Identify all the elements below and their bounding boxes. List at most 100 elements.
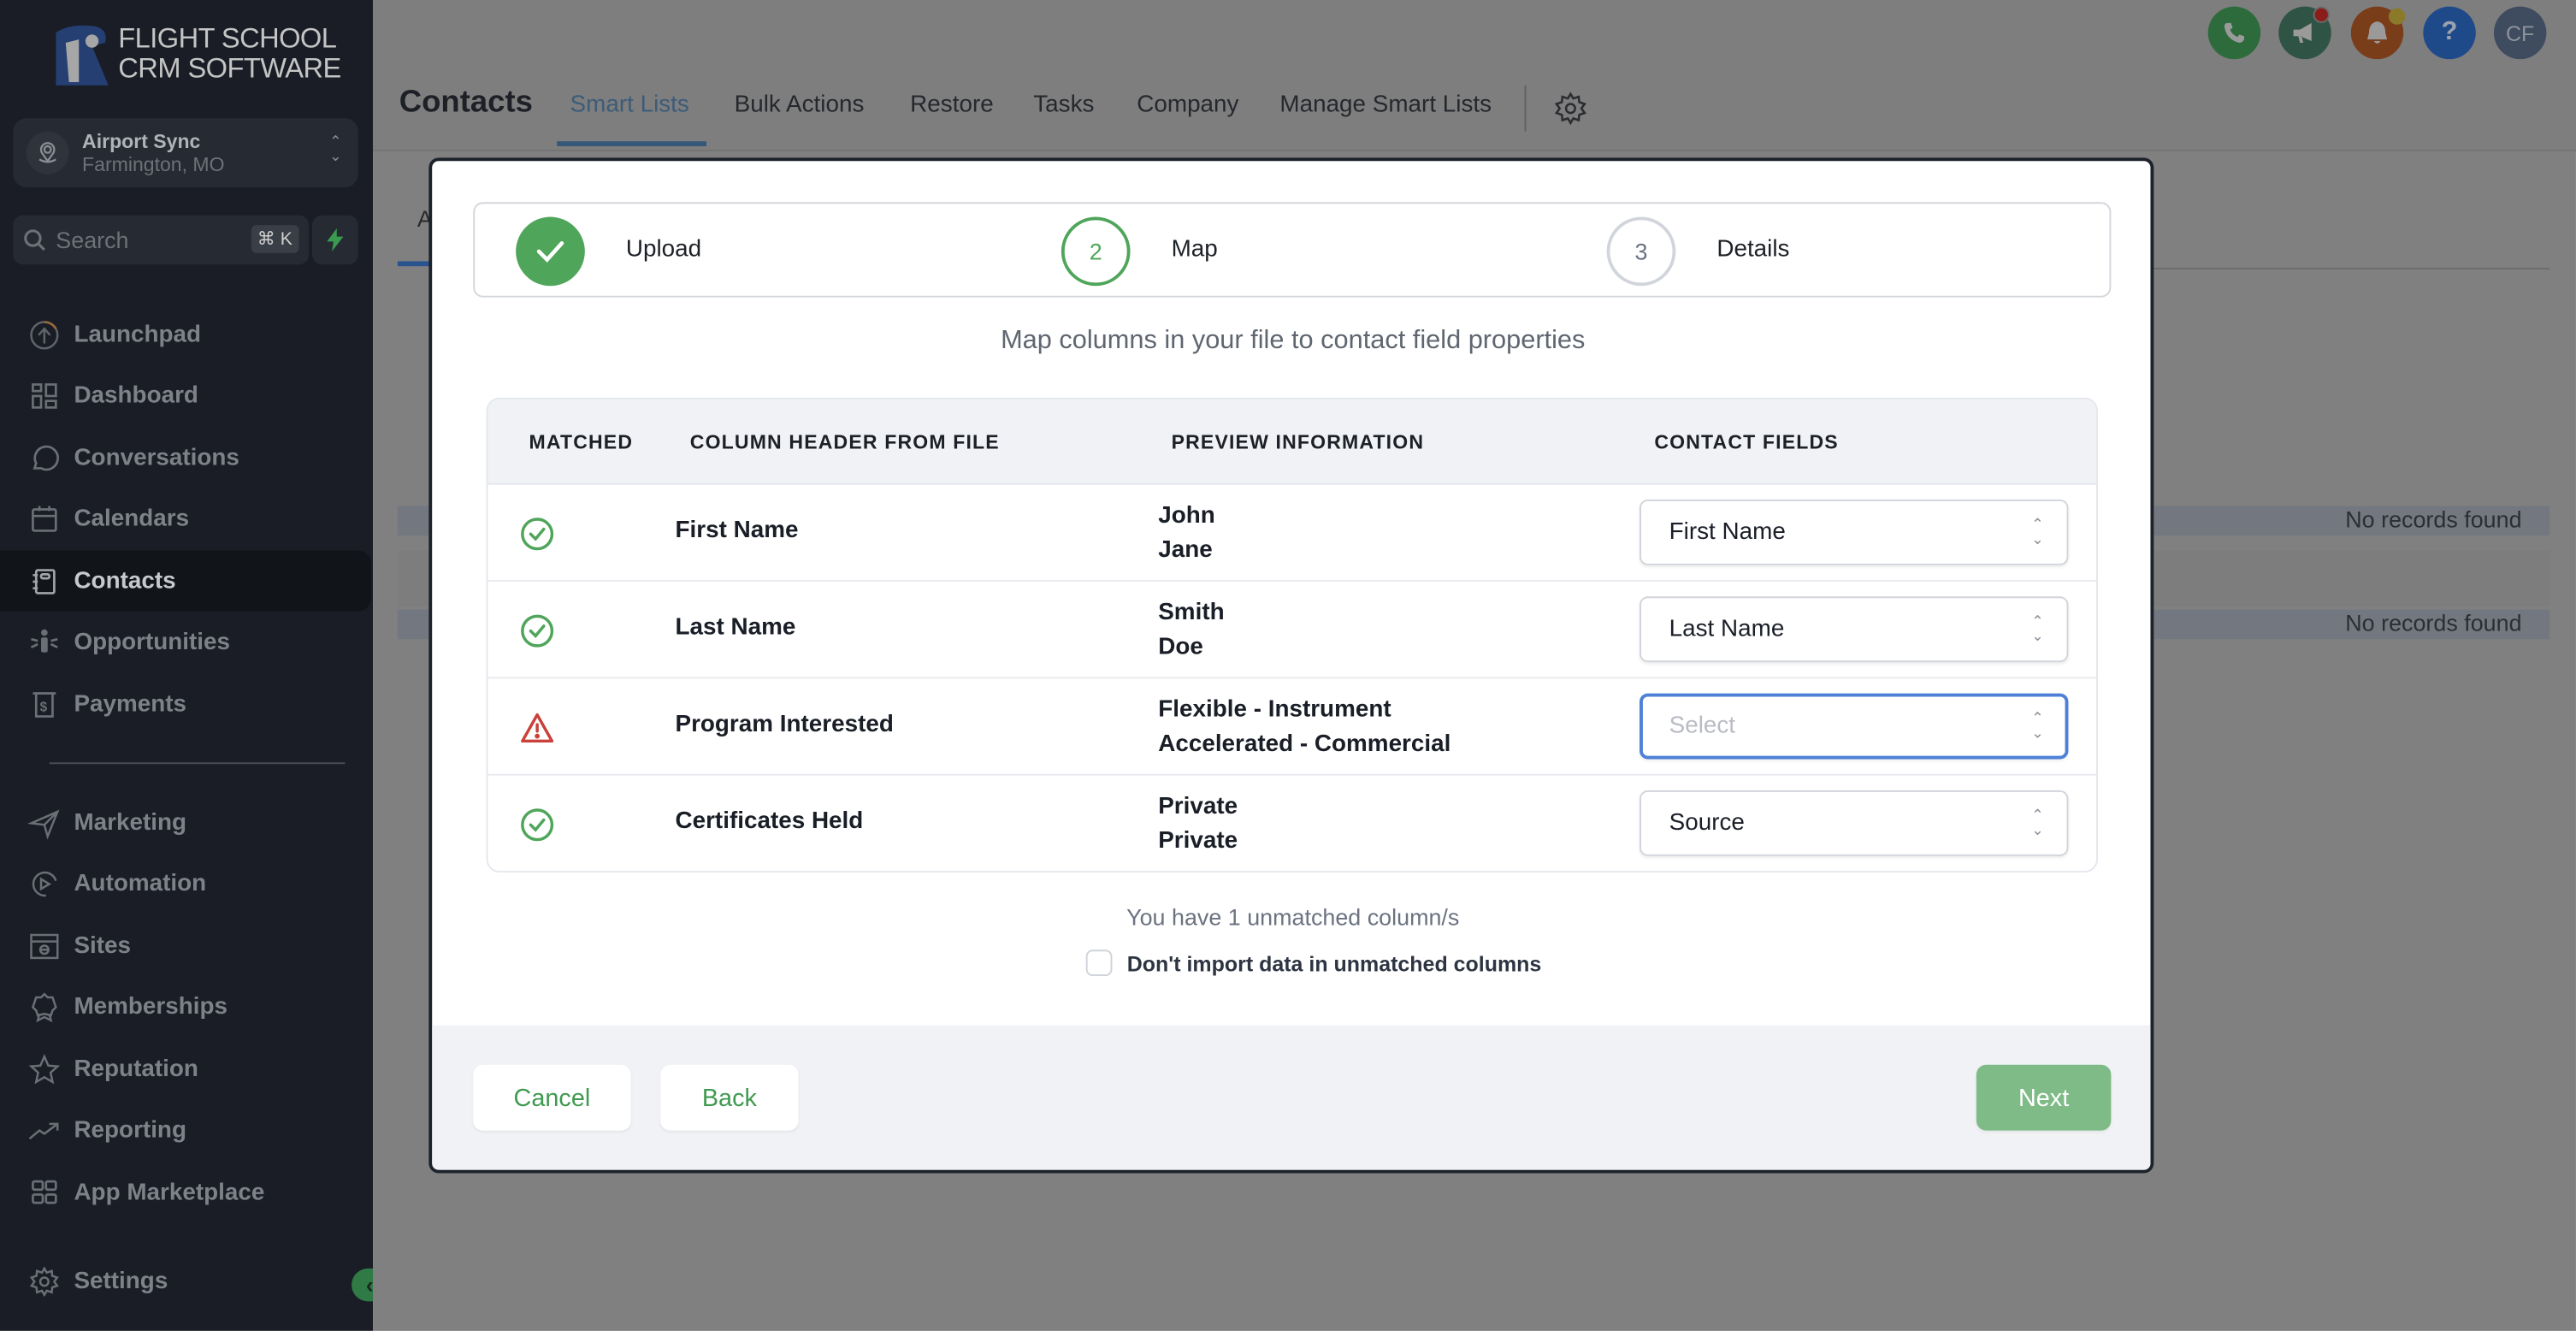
sidebar-item-opportunities[interactable]: Opportunities	[0, 612, 371, 672]
sidebar-item-sites[interactable]: Sites	[0, 915, 371, 976]
sidebar-item-label: Marketing	[74, 809, 187, 836]
sidebar-item-label: Settings	[74, 1267, 168, 1294]
header-divider	[1524, 85, 1527, 132]
sidebar-item-automation[interactable]: Automation	[0, 853, 371, 914]
next-button[interactable]: Next	[1976, 1064, 2112, 1131]
gear-icon	[29, 1265, 59, 1297]
preview-value: Smith	[1158, 600, 1225, 626]
skip-unmatched-label[interactable]: Don't import data in unmatched columns	[1127, 950, 1542, 975]
help-button[interactable]: ?	[2423, 6, 2476, 60]
location-switcher[interactable]: Airport Sync Farmington, MO ⌃ ⌄	[13, 118, 358, 187]
no-records-text: No records found	[2345, 506, 2522, 533]
select-value: Source	[1669, 810, 1745, 837]
sidebar-item-dashboard[interactable]: Dashboard	[0, 364, 371, 425]
page-title: Contacts	[399, 85, 533, 121]
step-label-map: Map	[1171, 236, 1218, 263]
chat-icon	[32, 444, 59, 470]
search-placeholder: Search	[56, 227, 129, 253]
sidebar-item-label: Reputation	[74, 1056, 198, 1082]
chevron-updown-icon: ⌃ ⌄	[2031, 709, 2044, 742]
file-column-name: Last Name	[675, 614, 796, 642]
sidebar-item-label: Calendars	[74, 505, 190, 532]
chevron-updown-icon: ⌃ ⌄	[2031, 807, 2044, 838]
sidebar-item-calendars[interactable]: Calendars	[0, 488, 371, 549]
no-records-text: No records found	[2345, 609, 2522, 636]
settings-gear-button[interactable]	[1552, 91, 1588, 135]
preview-value: Private	[1158, 828, 1238, 855]
chevron-updown-icon: ⌃ ⌄	[329, 133, 342, 165]
sidebar-item-reporting[interactable]: Reporting	[0, 1099, 371, 1160]
tab-smart-lists[interactable]: Smart Lists	[570, 92, 689, 119]
back-button[interactable]: Back	[660, 1064, 799, 1131]
search-icon	[24, 229, 45, 251]
sidebar-item-reputation[interactable]: Reputation	[0, 1038, 371, 1099]
lightning-icon	[327, 228, 344, 251]
sidebar-item-app-marketplace[interactable]: App Marketplace	[0, 1162, 371, 1222]
notifications-button[interactable]	[2350, 6, 2406, 60]
tab-bulk-actions[interactable]: Bulk Actions	[735, 92, 865, 119]
sidebar-item-memberships[interactable]: Memberships	[0, 976, 371, 1037]
step-label-upload: Upload	[625, 236, 702, 263]
sidebar-item-label: Opportunities	[74, 628, 231, 655]
badge-icon	[31, 991, 57, 1022]
phone-button[interactable]	[2207, 6, 2261, 60]
skip-unmatched-checkbox[interactable]	[1085, 949, 1113, 977]
phone-icon	[2224, 22, 2244, 43]
location-city: Farmington, MO	[82, 152, 225, 176]
logo-mark-icon	[56, 23, 109, 86]
table-row: First Name John Jane First Name ⌃ ⌄	[487, 485, 2097, 582]
mapping-table: MATCHED COLUMN HEADER FROM FILE PREVIEW …	[486, 397, 2098, 873]
svg-text:$: $	[40, 700, 48, 714]
sidebar-item-label: Launchpad	[74, 321, 202, 348]
matched-check-icon	[521, 808, 554, 842]
sidebar-item-contacts[interactable]: Contacts	[0, 550, 372, 612]
col-header-column: COLUMN HEADER FROM FILE	[689, 430, 1000, 454]
contact-field-select[interactable]: Last Name ⌃ ⌄	[1640, 596, 2069, 663]
warning-triangle-icon	[521, 713, 554, 743]
brand-logo[interactable]: FLIGHT SCHOOL CRM SOFTWARE	[56, 23, 341, 86]
contacts-icon	[32, 568, 56, 594]
check-icon	[536, 240, 564, 263]
matched-check-icon	[521, 614, 554, 648]
sites-icon	[30, 932, 59, 959]
sidebar-item-launchpad[interactable]: Launchpad	[0, 304, 371, 364]
tab-company[interactable]: Company	[1137, 92, 1238, 119]
step-label-details: Details	[1716, 236, 1790, 263]
sidebar-item-payments[interactable]: $ Payments	[0, 674, 371, 735]
step-upload-done	[516, 216, 585, 287]
gear-icon	[1554, 92, 1586, 126]
skip-unmatched-option[interactable]: Don't import data in unmatched columns	[1085, 949, 1542, 977]
chevron-updown-icon: ⌃ ⌄	[2031, 516, 2044, 547]
user-avatar[interactable]: CF	[2493, 6, 2547, 60]
preview-value: Jane	[1158, 537, 1213, 564]
sidebar-item-settings[interactable]: Settings	[0, 1251, 371, 1311]
active-tab-indicator	[557, 141, 706, 146]
brand-line-2: CRM SOFTWARE	[118, 52, 341, 84]
sidebar-item-label: App Marketplace	[74, 1179, 265, 1205]
star-icon	[28, 1053, 61, 1084]
announcements-button[interactable]	[2278, 6, 2331, 60]
search-shortcut: ⌘ K	[251, 225, 299, 253]
preview-values: Private Private	[1158, 790, 1238, 860]
dashboard-icon	[32, 382, 57, 408]
location-name: Airport Sync	[82, 129, 201, 153]
preview-value: John	[1158, 502, 1215, 529]
tab-restore[interactable]: Restore	[910, 92, 994, 119]
sidebar-item-marketing[interactable]: Marketing	[0, 792, 371, 853]
step-details-pending: 3	[1606, 216, 1676, 287]
contact-field-select[interactable]: Select ⌃ ⌄	[1640, 693, 2069, 760]
tab-tasks[interactable]: Tasks	[1033, 92, 1094, 119]
sidebar-item-conversations[interactable]: Conversations	[0, 427, 371, 488]
contact-field-select[interactable]: Source ⌃ ⌄	[1640, 790, 2069, 856]
table-row: Program Interested Flexible - Instrument…	[487, 678, 2097, 776]
tab-manage-smart-lists[interactable]: Manage Smart Lists	[1279, 92, 1492, 119]
preview-value: Private	[1158, 793, 1238, 820]
notification-dot	[2388, 8, 2406, 25]
search-input[interactable]: Search ⌘ K	[13, 215, 310, 265]
quick-actions-button[interactable]	[311, 215, 358, 265]
contact-field-select[interactable]: First Name ⌃ ⌄	[1640, 499, 2069, 565]
cancel-button[interactable]: Cancel	[473, 1064, 631, 1131]
sidebar-item-label: Conversations	[74, 444, 239, 471]
sidebar-item-label: Payments	[74, 690, 187, 718]
send-icon	[27, 808, 60, 839]
